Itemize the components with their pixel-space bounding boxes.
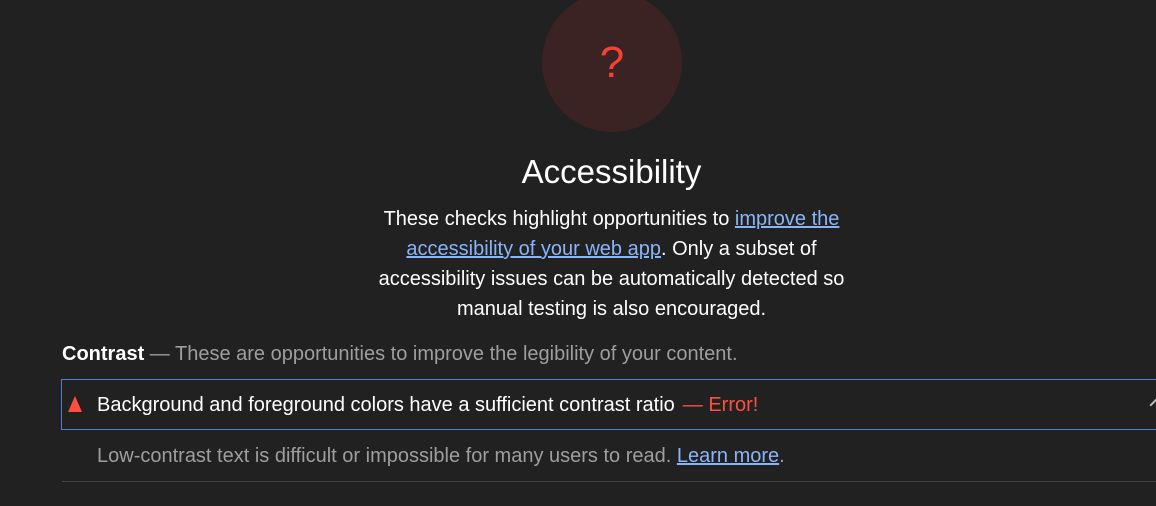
category-description: These checks highlight opportunities to …	[372, 204, 851, 324]
score-gauge: ?	[542, 0, 682, 132]
fail-triangle-icon	[68, 396, 82, 412]
audit-details-end: .	[779, 445, 785, 467]
group-title: Contrast	[62, 343, 145, 365]
contrast-audit-row[interactable]: Background and foreground colors have a …	[61, 379, 1156, 430]
category-title: Accessibility	[521, 153, 702, 190]
audit-error-label: — Error!	[682, 394, 759, 416]
audit-title-text: Background and foreground colors have a …	[97, 394, 675, 416]
contrast-group-header: Contrast — These are opportunities to im…	[62, 341, 738, 367]
learn-more-link[interactable]: Learn more	[677, 445, 779, 467]
description-prefix: These checks highlight opportunities to	[383, 208, 735, 230]
audit-details: Low-contrast text is difficult or imposs…	[97, 443, 785, 469]
chevron-up-icon[interactable]	[1149, 396, 1156, 414]
audit-divider	[62, 481, 1156, 482]
audit-title: Background and foreground colors have a …	[97, 393, 758, 417]
audit-details-text: Low-contrast text is difficult or imposs…	[97, 445, 677, 467]
score-question-mark: ?	[599, 38, 625, 87]
group-description: — These are opportunities to improve the…	[144, 343, 738, 365]
